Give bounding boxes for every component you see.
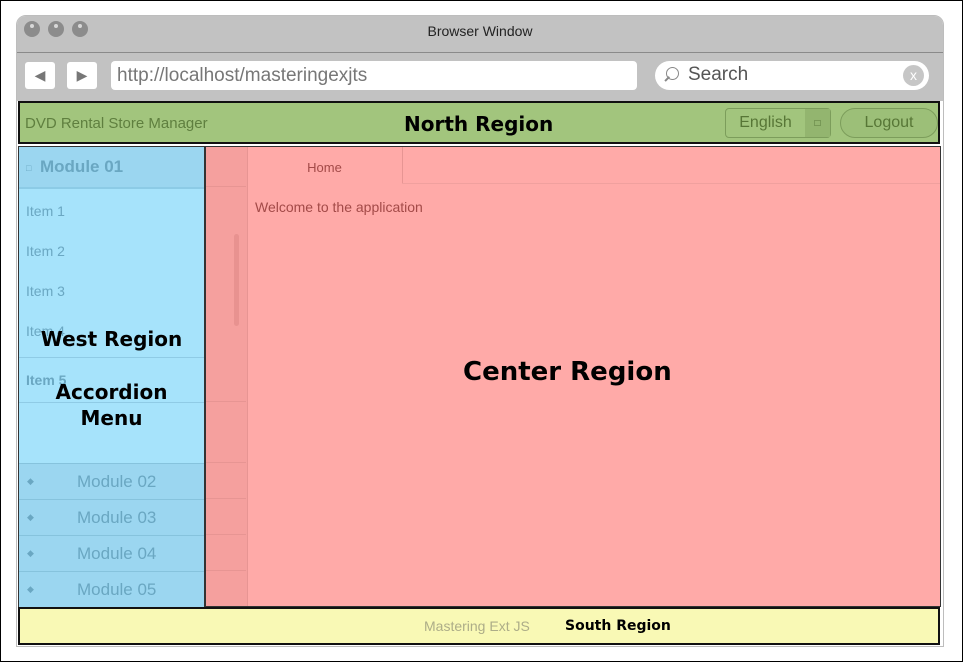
- footer-text: Mastering Ext JS: [424, 618, 530, 634]
- accordion-header-module-03[interactable]: ◆ Module 03: [19, 499, 204, 535]
- title-bar: Browser Window: [17, 16, 943, 53]
- module-label: Module 05: [77, 580, 157, 599]
- accordion-header-module-05[interactable]: ◆ Module 05: [19, 571, 204, 607]
- menu-label: Menu: [80, 406, 143, 430]
- module-label: Module 02: [77, 472, 157, 491]
- language-value: English: [726, 109, 806, 137]
- module-icon: ◆: [27, 548, 34, 558]
- tab-home[interactable]: Home: [247, 147, 403, 184]
- strip-cell: [206, 402, 246, 463]
- module-icon: ◆: [27, 512, 34, 522]
- south-region-label: South Region: [565, 618, 671, 634]
- search-placeholder: Search: [688, 64, 749, 85]
- strip-cell: [206, 499, 246, 535]
- strip-cell: [206, 357, 246, 402]
- forward-arrow-icon: ▶: [76, 67, 88, 83]
- module-label: Module 03: [77, 508, 157, 527]
- module-label: Module 04: [77, 544, 157, 563]
- module-icon: ◆: [27, 476, 34, 486]
- tab-bar-divider: [402, 183, 940, 184]
- center-region-label: Center Region: [463, 357, 672, 387]
- west-region: □ Module 01 Item 1 Item 2 Item 3 Item 4 …: [18, 146, 206, 607]
- north-region: DVD Rental Store Manager North Region En…: [18, 101, 940, 144]
- back-arrow-icon: ◀: [34, 67, 46, 83]
- strip-cell: [206, 535, 246, 571]
- strip-cell: [206, 463, 246, 499]
- module-icon: □: [26, 163, 32, 173]
- accordion-label: Accordion: [55, 380, 168, 404]
- app-title: DVD Rental Store Manager: [25, 115, 208, 132]
- back-button[interactable]: ◀: [25, 62, 55, 89]
- accordion-header-module-02[interactable]: ◆ Module 02: [19, 463, 204, 499]
- language-combo[interactable]: English □: [725, 108, 831, 138]
- dropdown-trigger-icon[interactable]: □: [805, 109, 830, 137]
- accordion-header-module-04[interactable]: ◆ Module 04: [19, 535, 204, 571]
- browser-toolbar: ◀ ▶ http://localhost/masteringexjts Sear…: [17, 53, 943, 101]
- south-region: Mastering Ext JS South Region: [18, 607, 940, 645]
- west-region-label: West Region: [40, 327, 183, 351]
- address-bar[interactable]: http://localhost/masteringexjts: [111, 61, 637, 90]
- browser-window: Browser Window ◀ ▶ http://localhost/mast…: [16, 15, 944, 647]
- divider: [19, 357, 204, 358]
- menu-item[interactable]: Item 1: [26, 203, 65, 219]
- scrollbar[interactable]: [234, 234, 239, 326]
- module-label: Module 01: [40, 157, 124, 176]
- module-icon: ◆: [27, 584, 34, 594]
- window-title: Browser Window: [427, 23, 533, 39]
- menu-item[interactable]: Item 2: [26, 243, 65, 259]
- center-region: Home Welcome to the application Center R…: [206, 146, 941, 607]
- underlay-strip: [206, 147, 248, 606]
- accordion-header-module-01[interactable]: □ Module 01: [19, 147, 204, 189]
- strip-cell: [206, 147, 246, 187]
- north-region-label: North Region: [404, 112, 554, 136]
- forward-button[interactable]: ▶: [67, 62, 97, 89]
- clear-search-icon[interactable]: x: [903, 65, 924, 86]
- search-field[interactable]: Search x: [655, 61, 929, 90]
- welcome-text: Welcome to the application: [255, 199, 423, 215]
- logout-button[interactable]: Logout: [840, 108, 938, 138]
- menu-item[interactable]: Item 3: [26, 283, 65, 299]
- search-icon: [666, 67, 679, 80]
